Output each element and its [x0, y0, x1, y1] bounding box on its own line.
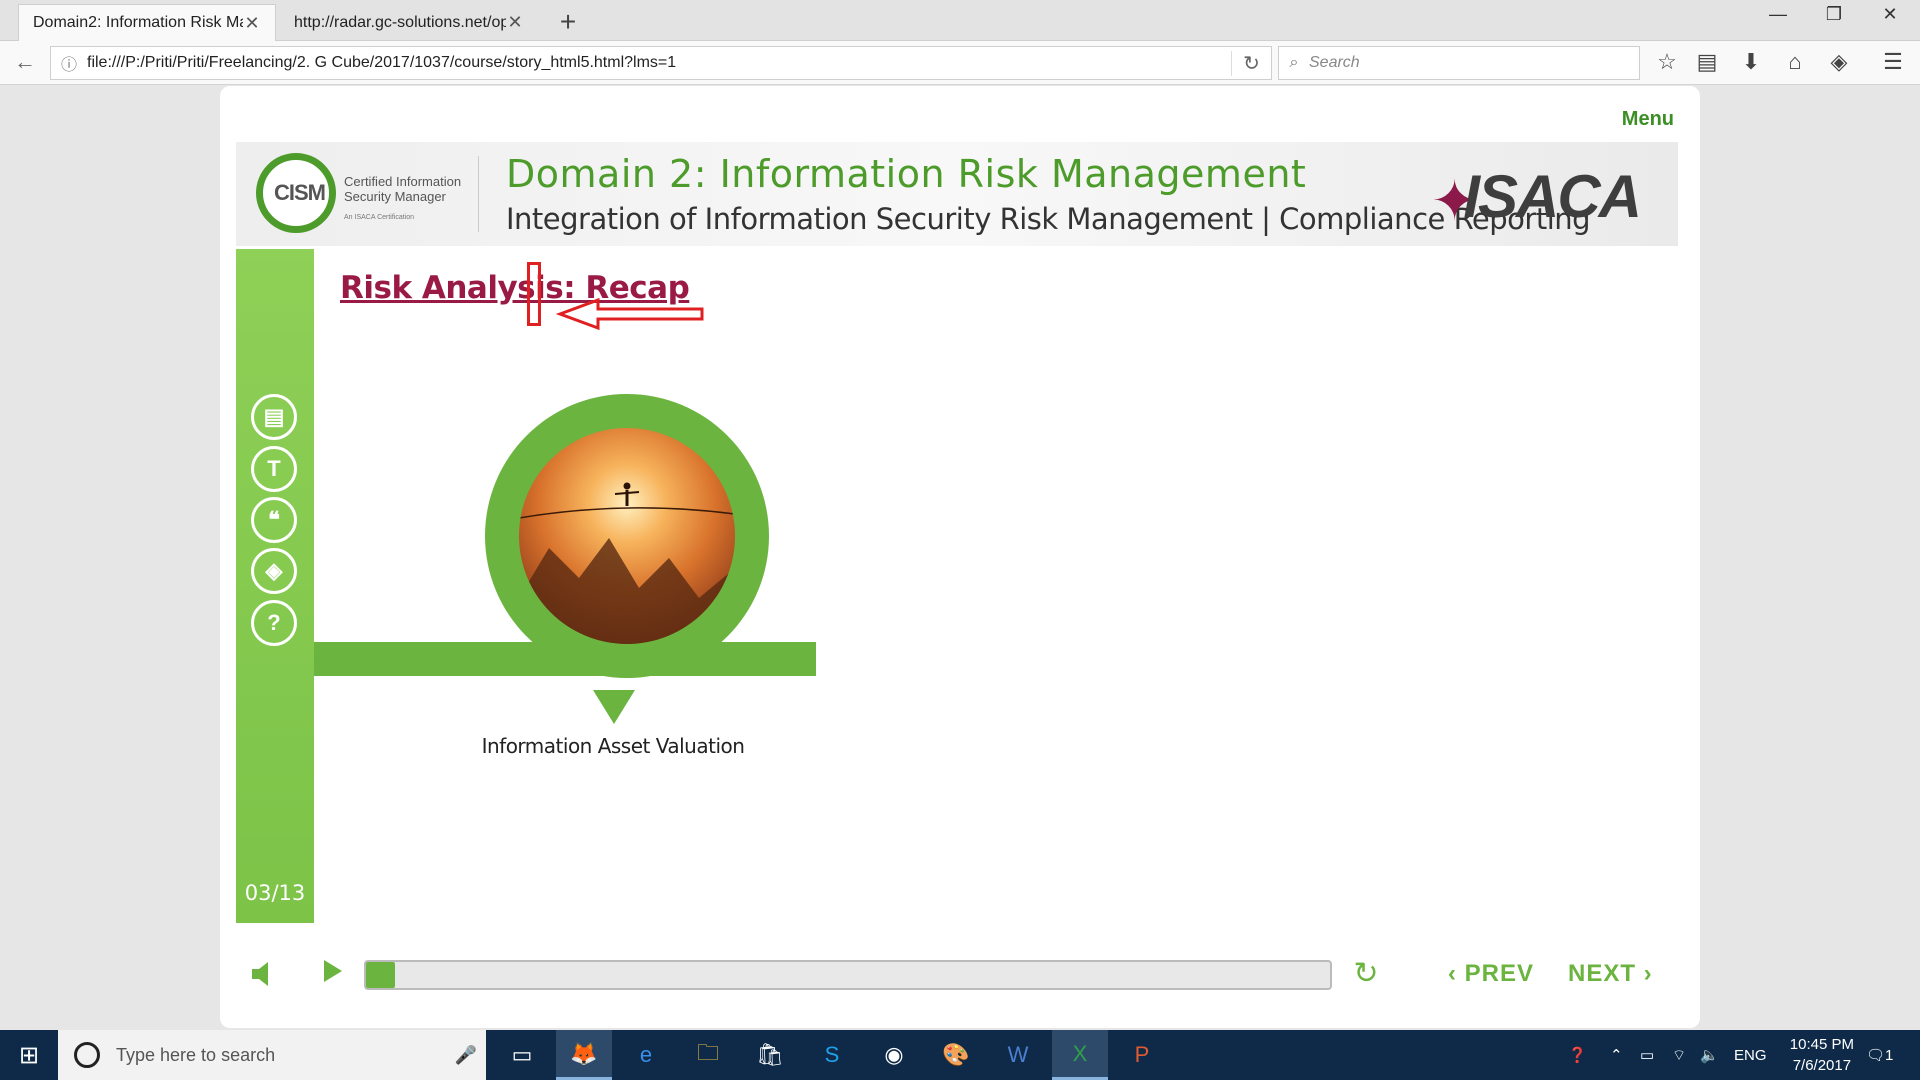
- excel-icon[interactable]: X: [1052, 1030, 1108, 1080]
- back-arrow-icon[interactable]: ←: [10, 49, 40, 75]
- progress-fill: [366, 962, 395, 988]
- course-sidebar: ▤ T ❝ ◈ ? 03/13: [236, 249, 314, 923]
- minimize-button[interactable]: —: [1750, 4, 1806, 25]
- windows-start-icon[interactable]: ⊞: [0, 1030, 58, 1080]
- taskbar-search-input[interactable]: Type here to search 🎤: [58, 1030, 486, 1080]
- language-indicator[interactable]: ENG: [1734, 1030, 1767, 1080]
- chevron-up-icon[interactable]: ⌃: [1610, 1030, 1623, 1080]
- resources-icon[interactable]: ◈: [251, 548, 297, 594]
- notification-center-icon[interactable]: 🗨 1: [1866, 1030, 1893, 1080]
- quote-icon[interactable]: ❝: [251, 497, 297, 543]
- firefox-icon[interactable]: 🦊: [556, 1030, 612, 1080]
- page-counter: 03/13: [244, 881, 306, 905]
- annotation-box: [527, 262, 541, 326]
- tightrope-walker-image: [519, 428, 735, 644]
- browser-nav-bar: ← ⓘ file:///P:/Priti/Priti/Freelancing/2…: [0, 41, 1920, 85]
- replay-icon[interactable]: ↻: [1350, 958, 1382, 990]
- clock-date: 7/6/2017: [1792, 1057, 1852, 1074]
- download-icon[interactable]: ⬇: [1734, 49, 1768, 75]
- tab-course[interactable]: Domain2: Information Risk Mana ✕: [18, 4, 276, 41]
- annotation-arrow-icon: [556, 297, 704, 331]
- browser-tab-bar: Domain2: Information Risk Mana ✕ http://…: [0, 0, 1920, 41]
- close-icon[interactable]: ✕: [243, 13, 261, 34]
- menu-button[interactable]: Menu: [1622, 108, 1674, 131]
- reading-list-icon[interactable]: ▤: [1690, 49, 1724, 75]
- windows-taskbar: ⊞ Type here to search 🎤 ▭ 🦊 e 🗀 🛍 S ◉ 🎨 …: [0, 1030, 1920, 1080]
- clock-time: 10:45 PM: [1789, 1036, 1854, 1053]
- volume-icon[interactable]: [250, 960, 274, 988]
- transcript-icon[interactable]: T: [251, 446, 297, 492]
- tightrope-scene-icon: [519, 482, 735, 644]
- prev-button[interactable]: ‹ PREV: [1448, 960, 1534, 988]
- pocket-icon[interactable]: ◈: [1822, 49, 1856, 75]
- new-tab-button[interactable]: +: [552, 6, 584, 38]
- task-view-icon[interactable]: ▭: [494, 1030, 550, 1080]
- play-icon[interactable]: [324, 960, 342, 982]
- node-label: Information Asset Valuation: [481, 734, 745, 758]
- restore-button[interactable]: ❐: [1806, 4, 1862, 25]
- home-icon[interactable]: ⌂: [1778, 49, 1812, 75]
- notification-count: 1: [1885, 1046, 1894, 1064]
- help-icon[interactable]: ?: [251, 600, 297, 646]
- cortana-icon: [74, 1042, 100, 1068]
- taskbar-search-placeholder: Type here to search: [116, 1044, 276, 1065]
- prev-label: PREV: [1464, 960, 1535, 987]
- banner-title: Domain 2: Information Risk Management: [506, 152, 1307, 196]
- url-text: file:///P:/Priti/Priti/Freelancing/2. G …: [87, 54, 677, 71]
- system-clock[interactable]: 10:45 PM 7/6/2017: [1790, 1034, 1854, 1076]
- store-icon[interactable]: 🛍: [742, 1030, 798, 1080]
- edge-icon[interactable]: e: [618, 1030, 674, 1080]
- address-bar[interactable]: ⓘ file:///P:/Priti/Priti/Freelancing/2. …: [50, 46, 1272, 80]
- next-button[interactable]: NEXT ›: [1568, 960, 1653, 988]
- search-placeholder: Search: [1309, 54, 1360, 71]
- bookmark-star-icon[interactable]: ☆: [1650, 49, 1684, 75]
- next-label: NEXT: [1568, 960, 1637, 987]
- speaker-icon[interactable]: 🔈: [1700, 1030, 1719, 1080]
- cism-badge: CISM: [274, 180, 326, 205]
- player-controls: ↻ ‹ PREV NEXT ›: [220, 946, 1700, 1006]
- reload-icon[interactable]: ↻: [1231, 50, 1271, 76]
- tab-radar[interactable]: http://radar.gc-solutions.net/ope ✕: [280, 4, 538, 41]
- powerpoint-icon[interactable]: P: [1114, 1030, 1170, 1080]
- close-window-button[interactable]: ✕: [1862, 4, 1918, 25]
- banner-subtitle: Integration of Information Security Risk…: [506, 202, 1591, 236]
- tab-label: http://radar.gc-solutions.net/ope: [294, 13, 506, 31]
- search-icon: ⌕: [1289, 54, 1299, 71]
- word-icon[interactable]: W: [990, 1030, 1046, 1080]
- battery-icon[interactable]: ▭: [1640, 1030, 1654, 1080]
- cism-tiny-caption: An ISACA Certification: [344, 214, 415, 221]
- file-explorer-icon[interactable]: 🗀: [680, 1030, 736, 1080]
- progress-track[interactable]: [364, 960, 1332, 990]
- skype-icon[interactable]: S: [804, 1030, 860, 1080]
- microphone-icon[interactable]: 🎤: [446, 1045, 486, 1066]
- close-icon[interactable]: ✕: [506, 12, 524, 33]
- info-icon[interactable]: ⓘ: [51, 51, 87, 75]
- course-player: Menu CISM Certified Information Security…: [220, 86, 1700, 1028]
- wifi-icon[interactable]: ⌔: [1672, 1030, 1686, 1080]
- paint-icon[interactable]: 🎨: [928, 1030, 984, 1080]
- course-banner: CISM Certified Information Security Mana…: [236, 142, 1678, 246]
- hamburger-menu-icon[interactable]: ☰: [1876, 49, 1910, 75]
- help-tray-icon[interactable]: ❓: [1568, 1030, 1587, 1080]
- notes-icon[interactable]: ▤: [251, 394, 297, 440]
- search-input[interactable]: ⌕ Search: [1278, 46, 1640, 80]
- down-arrow-icon: [593, 690, 635, 724]
- tab-label: Domain2: Information Risk Mana: [33, 14, 243, 31]
- isaca-logo: ISACA: [1463, 163, 1642, 230]
- chrome-icon[interactable]: ◉: [866, 1030, 922, 1080]
- cism-caption: Certified Information Security Manager: [344, 174, 462, 204]
- banner-divider: [478, 156, 479, 232]
